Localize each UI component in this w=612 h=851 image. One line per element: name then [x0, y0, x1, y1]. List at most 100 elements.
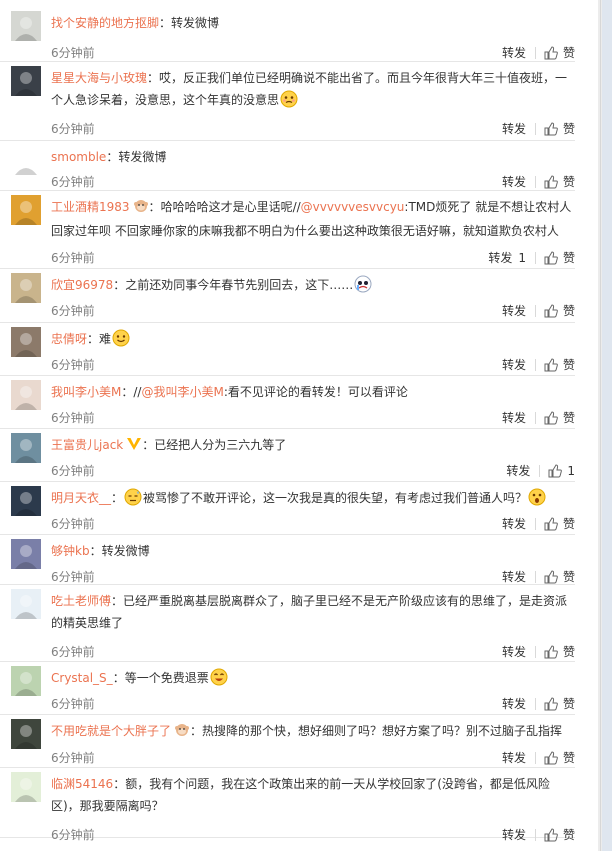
comment-body: 热搜降的那个快，想好细则了吗？想好方案了吗？别不过脑子乱指挥: [202, 724, 563, 738]
repost-button[interactable]: 转发: [502, 695, 526, 712]
thumbs-up-icon: [544, 121, 563, 136]
comment-text: 星星大海与小玫瑰：哎，反正我们单位已经明确说不能出省了。而且今年很背大年三十值夜…: [51, 67, 575, 115]
like-button[interactable]: 赞: [544, 749, 575, 766]
comment-text: 找个安静的地方抠脚：转发微博: [51, 12, 575, 34]
user-link[interactable]: 王富贵儿jack: [51, 438, 123, 452]
avatar[interactable]: [11, 539, 41, 569]
timestamp: 6分钟前: [51, 645, 95, 659]
like-button[interactable]: 赞: [544, 695, 575, 712]
thumbs-up-icon: [548, 464, 567, 478]
repost-button[interactable]: 转发: [502, 173, 526, 190]
thumbs-up-icon: [544, 644, 563, 659]
repost-button[interactable]: 转发: [502, 515, 526, 532]
comment-separator: ：: [147, 71, 160, 85]
avatar[interactable]: [11, 486, 41, 516]
comment-body: 难: [99, 332, 112, 346]
user-link[interactable]: 够钟kb: [51, 544, 90, 558]
avatar[interactable]: [11, 195, 41, 225]
like-button[interactable]: 赞: [544, 249, 575, 266]
avatar[interactable]: [11, 66, 41, 96]
user-link[interactable]: 找个安静的地方抠脚: [51, 16, 159, 30]
comment-actions: 转发 赞: [502, 826, 575, 843]
user-link[interactable]: Crystal_S_: [51, 671, 113, 685]
avatar[interactable]: [11, 719, 41, 749]
avatar[interactable]: [11, 666, 41, 696]
avatar[interactable]: [11, 11, 41, 41]
comment-separator: ：: [142, 438, 155, 452]
repost-button[interactable]: 转发: [502, 568, 526, 585]
comment-text: 明月天衣__： 被骂惨了不敢开评论，这一次我是真的很失望，有考虑过我们普通人吗？: [51, 487, 575, 513]
repost-button[interactable]: 转发: [502, 826, 526, 843]
avatar[interactable]: [11, 380, 41, 410]
like-button[interactable]: 赞: [544, 826, 575, 843]
user-link[interactable]: 临渊54146: [51, 777, 113, 791]
avatar[interactable]: [11, 327, 41, 357]
action-divider: [534, 411, 536, 424]
comment-text: 临渊54146：额，我有个问题，我在这个政策出来的前一天从学校回家了(没跨省，都…: [51, 773, 575, 817]
thumbs-up-icon: [544, 303, 563, 318]
like-button[interactable]: 赞: [544, 120, 575, 137]
monkey-badge: [133, 198, 149, 220]
avatar[interactable]: [11, 273, 41, 303]
comment-item: smomble：转发微博 6分钟前 转发 赞: [0, 140, 575, 191]
repost-button[interactable]: 转发: [502, 749, 526, 766]
avatar[interactable]: [11, 589, 41, 619]
user-link[interactable]: 星星大海与小玫瑰: [51, 71, 147, 85]
user-link[interactable]: 欣宜96978: [51, 278, 113, 292]
mention-link[interactable]: @vvvvvvesvvcyu: [301, 200, 405, 214]
avatar[interactable]: [11, 145, 41, 175]
like-count: 1: [567, 463, 575, 478]
repost-button[interactable]: 转发: [502, 302, 526, 319]
action-divider: [534, 122, 536, 135]
comment-text: 欣宜96978：之前还劝同事今年春节先别回去，这下……: [51, 274, 575, 300]
comment-actions: 转发 赞: [502, 568, 575, 585]
like-button[interactable]: 赞: [544, 515, 575, 532]
repost-label: 转发: [501, 645, 526, 659]
comment-actions: 转发 赞: [502, 695, 575, 712]
like-button[interactable]: 赞: [544, 643, 575, 660]
repost-button[interactable]: 转发: [502, 44, 526, 61]
avatar[interactable]: [11, 433, 41, 463]
thumbs-up-icon: [544, 696, 563, 711]
comment-body: 已经把人分为三六九等了: [154, 438, 287, 452]
like-button[interactable]: 赞: [544, 302, 575, 319]
avatar[interactable]: [11, 772, 41, 802]
user-link[interactable]: 吃土老师傅: [51, 594, 111, 608]
user-link[interactable]: 忠倩呀: [51, 332, 87, 346]
comment-item: 工业酒精1983 ：哈哈哈哈这才是心里话呢//@vvvvvvesvvcyu:TMD…: [0, 190, 575, 269]
like-button[interactable]: 赞: [544, 173, 575, 190]
user-link[interactable]: 明月天衣__: [51, 491, 111, 505]
user-link[interactable]: 不用吃就是个大胖子了: [51, 724, 171, 738]
repost-button[interactable]: 转发: [506, 462, 530, 479]
comment-body: 转发微博: [101, 544, 150, 558]
repost-label: 转发: [501, 122, 526, 136]
comment-actions: 转发 赞: [502, 44, 575, 61]
like-button[interactable]: 赞: [544, 409, 575, 426]
comment-item: 不用吃就是个大胖子了 ：热搜降的那个快，想好细则了吗？想好方案了吗？别不过脑子乱指…: [0, 714, 575, 768]
action-divider: [534, 570, 536, 583]
comment-item: 够钟kb：转发微博 6分钟前 转发 赞: [0, 534, 575, 585]
comment-item: 忠倩呀：难 6分钟前 转发 赞: [0, 322, 575, 376]
repost-button[interactable]: 转发: [502, 120, 526, 137]
timestamp: 6分钟前: [51, 251, 95, 265]
repost-button[interactable]: 转发 1: [488, 249, 526, 266]
user-link[interactable]: 工业酒精1983: [51, 200, 130, 214]
thumbs-up-icon: [544, 45, 563, 60]
timestamp: 6分钟前: [51, 464, 95, 478]
comment-actions: 转发 赞: [502, 749, 575, 766]
repost-button[interactable]: 转发: [502, 643, 526, 660]
repost-button[interactable]: 转发: [502, 356, 526, 373]
scrollbar-thumb[interactable]: [602, 0, 612, 851]
repost-button[interactable]: 转发: [502, 409, 526, 426]
comment-body: 额，我有个问题，我在这个政策出来的前一天从学校回家了(没跨省，都是低风险区)，那…: [51, 777, 550, 813]
comment-text: 王富贵儿jack ：已经把人分为三六九等了: [51, 434, 575, 458]
comment-item: 明月天衣__： 被骂惨了不敢开评论，这一次我是真的很失望，有考虑过我们普通人吗？ 6…: [0, 481, 575, 535]
like-button[interactable]: 1: [548, 463, 575, 478]
user-link[interactable]: 我叫李小美M: [51, 385, 121, 399]
user-link[interactable]: smomble: [51, 150, 106, 164]
like-button[interactable]: 赞: [544, 44, 575, 61]
action-divider: [534, 304, 536, 317]
like-button[interactable]: 赞: [544, 568, 575, 585]
mention-link[interactable]: @我叫李小美M: [141, 385, 223, 399]
like-button[interactable]: 赞: [544, 356, 575, 373]
